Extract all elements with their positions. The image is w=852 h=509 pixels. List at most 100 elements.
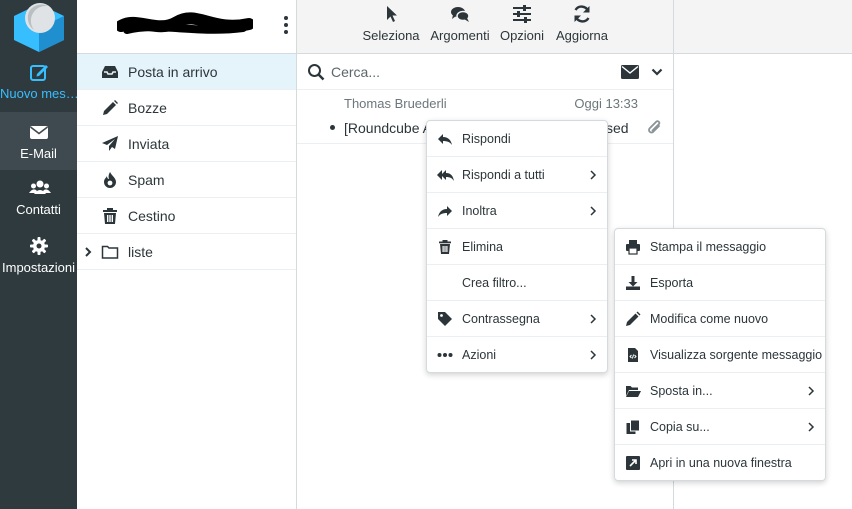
menu-item-label: Rispondi <box>462 131 511 146</box>
folder-name: Posta in arrivo <box>128 63 218 80</box>
menu-item-forward[interactable]: Inoltra <box>427 193 607 229</box>
chevron-right-icon <box>589 313 597 325</box>
refresh-button[interactable]: Aggiorna <box>551 4 613 43</box>
users-icon <box>28 178 51 198</box>
search-icon[interactable] <box>307 63 325 81</box>
envelope-icon[interactable] <box>621 65 639 79</box>
message-subject: [Roundcube A <box>344 120 432 136</box>
folder-sent[interactable]: Inviata <box>77 126 296 162</box>
threads-label: Argomenti <box>430 28 490 43</box>
message-from: Thomas Bruederli <box>344 96 447 111</box>
menu-item-label: Stampa il messaggio <box>650 239 767 254</box>
refresh-label: Aggiorna <box>555 28 609 43</box>
menu-item-label: Crea filtro... <box>462 275 527 290</box>
comments-icon <box>450 4 470 24</box>
sliders-icon <box>512 4 532 24</box>
menu-item-label: Sposta in... <box>650 383 713 398</box>
message-toolbar: Seleziona Argomenti Opzioni Aggiorna <box>297 0 673 54</box>
app-rail: Nuovo mes… E-Mail Contatti Impostazioni <box>0 0 79 509</box>
menu-item-label: Elimina <box>462 239 503 254</box>
select-button[interactable]: Seleziona <box>359 4 423 43</box>
folder-name: liste <box>128 243 153 260</box>
chevron-right-icon <box>589 205 597 217</box>
compose-button[interactable]: Nuovo mes… <box>0 62 79 118</box>
menu-item-print[interactable]: Stampa il messaggio <box>615 229 825 265</box>
preview-header <box>674 0 852 54</box>
menu-item-copy-to[interactable]: Copia su... <box>615 409 825 445</box>
menu-item-label: Esporta <box>650 275 694 290</box>
message-context-menu: Rispondi Rispondi a tutti Inoltra Elimin… <box>426 120 608 373</box>
menu-item-delete[interactable]: Elimina <box>427 229 607 265</box>
folder-name: Inviata <box>128 135 170 152</box>
menu-item-export[interactable]: Esporta <box>615 265 825 301</box>
menu-item-create-filter[interactable]: Crea filtro... <box>427 265 607 301</box>
pencil-icon <box>625 311 641 327</box>
folder-inbox[interactable]: Posta in arrivo <box>77 54 296 90</box>
chevron-down-icon[interactable] <box>651 66 663 78</box>
forward-icon <box>437 203 453 219</box>
folder-trash[interactable]: Cestino <box>77 198 296 234</box>
pencil-icon <box>101 99 119 117</box>
folders-header <box>77 0 296 54</box>
roundcube-logo[interactable] <box>12 0 66 52</box>
menu-item-reply-all[interactable]: Rispondi a tutti <box>427 157 607 193</box>
chevron-right-icon[interactable] <box>83 246 93 258</box>
folder-pane: Posta in arrivo Bozze Inviata Spam Cesti… <box>77 0 297 509</box>
folder-liste[interactable]: liste <box>77 234 296 270</box>
nav-settings[interactable]: Impostazioni <box>0 236 77 292</box>
chevron-right-icon <box>589 349 597 361</box>
actions-submenu: Stampa il messaggio Esporta Modifica com… <box>614 228 826 481</box>
reply-icon <box>437 131 453 147</box>
menu-item-label: Copia su... <box>650 419 710 434</box>
contacts-label: Contatti <box>16 202 61 217</box>
menu-item-label: Modifica come nuovo <box>650 311 769 326</box>
menu-item-label: Visualizza sorgente messaggio <box>650 347 823 362</box>
compose-label: Nuovo mes… <box>0 86 79 101</box>
menu-item-edit-as-new[interactable]: Modifica come nuovo <box>615 301 825 337</box>
menu-item-reply[interactable]: Rispondi <box>427 121 607 157</box>
chevron-right-icon <box>589 169 597 181</box>
folder-name: Bozze <box>128 99 167 116</box>
trash-icon <box>437 239 453 255</box>
folder-name: Cestino <box>128 207 176 224</box>
menu-item-actions[interactable]: Azioni <box>427 337 607 373</box>
paperclip-icon <box>647 119 663 137</box>
download-icon <box>625 275 641 291</box>
message-date: Oggi 13:33 <box>574 96 638 111</box>
external-window-icon <box>625 455 641 471</box>
search-bar <box>297 54 673 90</box>
refresh-icon <box>572 4 592 24</box>
compose-icon <box>29 62 49 82</box>
folder-icon <box>101 243 119 261</box>
menu-item-label: Inoltra <box>462 203 497 218</box>
unread-dot <box>330 125 335 130</box>
folder-drafts[interactable]: Bozze <box>77 90 296 126</box>
print-icon <box>625 239 641 255</box>
search-input[interactable] <box>331 62 571 82</box>
menu-item-label: Azioni <box>462 348 497 362</box>
redacted-account-name <box>117 12 253 38</box>
menu-item-open-new-window[interactable]: Apri in una nuova finestra <box>615 445 825 481</box>
menu-item-mark[interactable]: Contrassegna <box>427 301 607 337</box>
chevron-right-icon <box>807 421 815 433</box>
chevron-right-icon <box>807 385 815 397</box>
folder-spam[interactable]: Spam <box>77 162 296 198</box>
nav-mail[interactable]: E-Mail <box>0 112 77 170</box>
nav-contacts[interactable]: Contatti <box>0 178 77 234</box>
kebab-menu-icon[interactable] <box>282 15 290 35</box>
options-label: Opzioni <box>499 28 545 43</box>
threads-button[interactable]: Argomenti <box>427 4 493 43</box>
trash-icon <box>101 207 119 225</box>
menu-item-view-source[interactable]: Visualizza sorgente messaggio <box>615 337 825 373</box>
ellipsis-icon <box>437 347 453 363</box>
source-code-icon <box>625 347 641 363</box>
paper-plane-icon <box>101 135 119 153</box>
menu-item-label: Contrassegna <box>462 311 540 326</box>
envelope-icon <box>29 122 49 142</box>
folder-name: Spam <box>128 171 165 188</box>
fire-icon <box>101 171 119 189</box>
options-button[interactable]: Opzioni <box>495 4 549 43</box>
mail-label: E-Mail <box>20 146 57 161</box>
cursor-icon <box>381 4 401 24</box>
menu-item-move-to[interactable]: Sposta in... <box>615 373 825 409</box>
